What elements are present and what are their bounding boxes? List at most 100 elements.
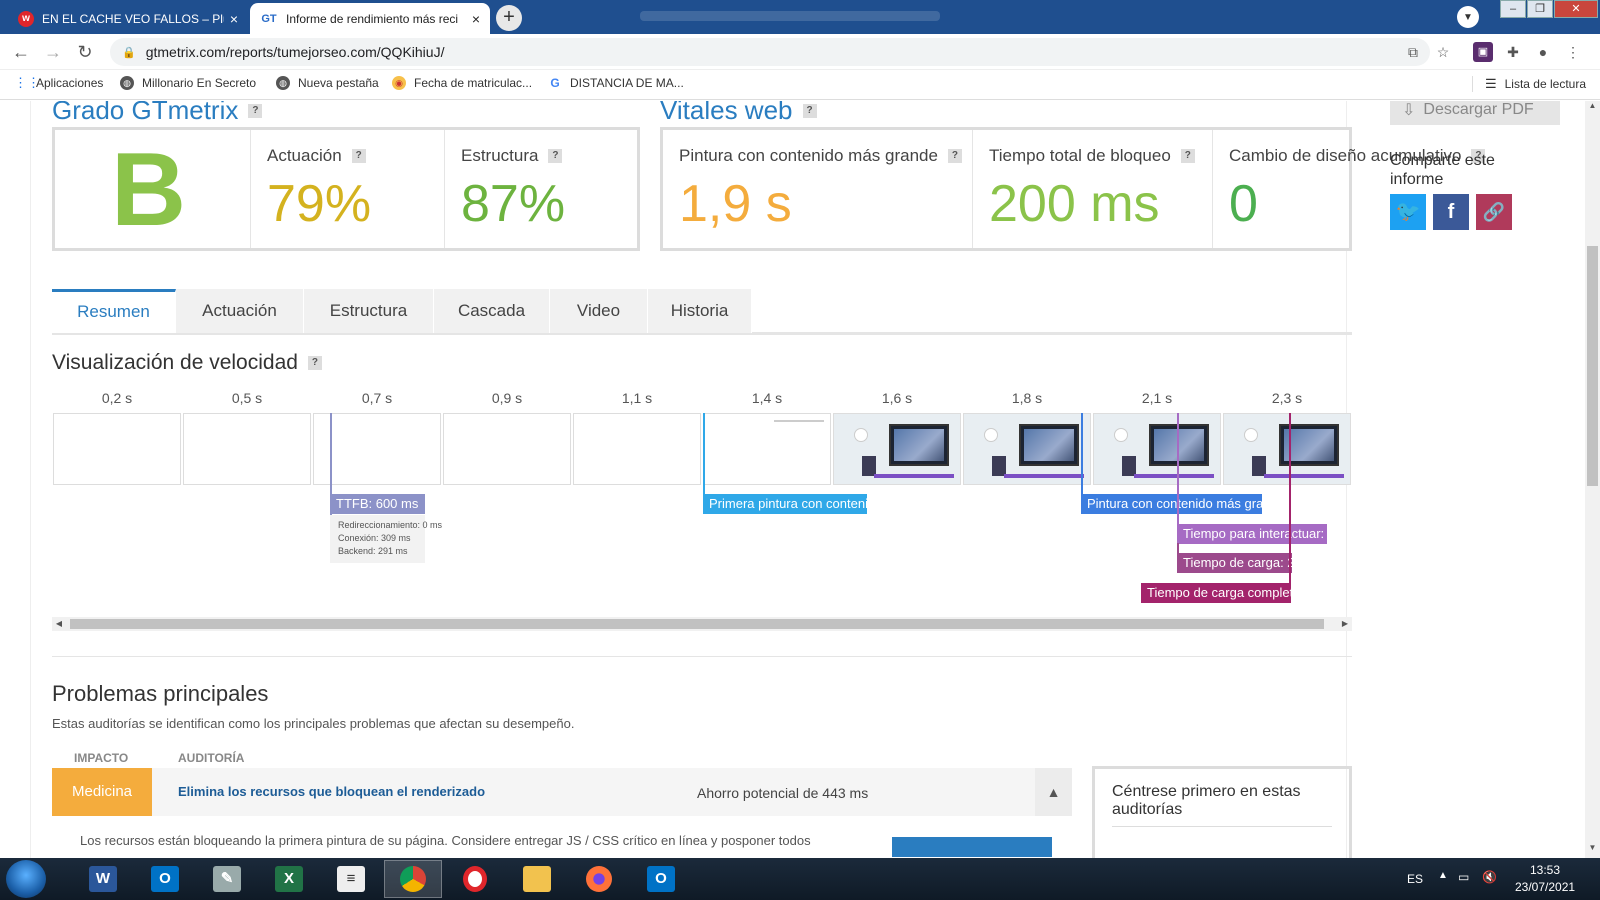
lcp-value: 1,9 s — [679, 175, 792, 233]
filmstrip-frame[interactable] — [573, 413, 701, 485]
audit-action-button[interactable] — [892, 837, 1052, 857]
bookmark-millonario[interactable]: ◍ Millonario En Secreto — [120, 76, 256, 90]
tab-historia[interactable]: Historia — [648, 289, 752, 333]
help-icon[interactable]: ? — [548, 149, 563, 163]
audit-name[interactable]: Elimina los recursos que bloquean el ren… — [178, 784, 485, 799]
bookmark-label: Millonario En Secreto — [142, 76, 257, 90]
filmstrip-frame[interactable] — [833, 413, 961, 485]
onload-marker[interactable]: Tiempo de carga: 2 — [1177, 553, 1292, 573]
fcp-marker[interactable]: Primera pintura con contenido — [703, 494, 867, 514]
menu-dots-icon[interactable]: ⋮ — [1563, 42, 1583, 62]
reload-icon[interactable]: ↻ — [74, 41, 96, 63]
excel-icon[interactable]: X — [260, 860, 318, 898]
tray-expand-icon[interactable]: ▲ — [1438, 870, 1448, 881]
tab-actuacion[interactable]: Actuación — [176, 289, 304, 333]
start-button[interactable] — [6, 860, 46, 898]
puzzle-icon[interactable]: ✚ — [1503, 42, 1523, 62]
scroll-up-icon[interactable]: ▲ — [1585, 101, 1600, 115]
paint-icon[interactable]: ✎ — [198, 860, 256, 898]
network-icon[interactable]: ▭ — [1458, 870, 1469, 884]
new-tab-button[interactable]: + — [496, 5, 522, 31]
notepad-icon[interactable]: ≡ — [322, 860, 380, 898]
ttfb-connect: Conexión: 309 ms — [338, 533, 411, 543]
reading-list-button[interactable]: ☰ Lista de lectura — [1471, 76, 1586, 92]
language-indicator[interactable]: ES — [1407, 872, 1423, 886]
back-arrow-icon[interactable]: ← — [10, 41, 32, 63]
audit-row[interactable]: Medicina Elimina los recursos que bloque… — [52, 768, 1072, 816]
tab-cascada[interactable]: Cascada — [434, 289, 550, 333]
bookmark-label: Fecha de matriculac... — [414, 76, 533, 90]
filmstrip-frame[interactable] — [313, 413, 441, 485]
browser-tab-gtmetrix[interactable]: GT Informe de rendimiento más reci × — [250, 3, 490, 34]
close-tab-icon[interactable]: × — [472, 11, 480, 27]
clock-time[interactable]: 13:53 — [1530, 863, 1560, 877]
filmstrip-frame[interactable] — [53, 413, 181, 485]
twitter-icon[interactable]: 🐦 — [1390, 194, 1426, 230]
browser-tab-strip: w EN EL CACHE VEO FALLOS – Plug × GT Inf… — [0, 0, 1600, 34]
page-scroll-thumb[interactable] — [1587, 246, 1598, 486]
scroll-right-icon[interactable]: ▶ — [1338, 617, 1352, 631]
opera-icon[interactable] — [446, 860, 504, 898]
word-icon[interactable]: W — [74, 860, 132, 898]
bookmark-fecha[interactable]: ◉ Fecha de matriculac... — [392, 76, 532, 90]
site-favicon-icon: w — [18, 10, 34, 27]
close-window-icon[interactable]: ✕ — [1554, 0, 1598, 18]
ttfb-marker[interactable]: TTFB: 600 ms — [330, 494, 425, 514]
filmstrip-frame[interactable] — [963, 413, 1091, 485]
scroll-down-icon[interactable]: ▼ — [1585, 843, 1600, 857]
audit-description: Los recursos están bloqueando la primera… — [80, 833, 811, 848]
minimize-icon[interactable]: – — [1500, 0, 1526, 18]
windows-taskbar: W O ✎ X ≡ O ES ▲ ▭ 🔇 13:53 23/07/2021 — [0, 858, 1600, 900]
link-icon[interactable]: 🔗 — [1476, 194, 1512, 230]
help-icon[interactable]: ? — [307, 356, 322, 370]
tab-estructura[interactable]: Estructura — [304, 289, 434, 333]
star-icon[interactable]: ☆ — [1433, 42, 1453, 62]
scroll-thumb[interactable] — [70, 619, 1324, 629]
chevron-up-icon[interactable]: ▲ — [1035, 768, 1072, 816]
fully-loaded-marker[interactable]: Tiempo de carga completo — [1141, 583, 1291, 603]
outlook-icon[interactable]: O — [632, 860, 690, 898]
gtmetrix-favicon-icon: GT — [261, 12, 277, 25]
tbt-value: 200 ms — [989, 175, 1160, 233]
chevron-down-icon[interactable]: ▼ — [1457, 6, 1479, 28]
bookmark-nueva-pestana[interactable]: ◍ Nueva pestaña — [276, 76, 379, 90]
extension-icon[interactable]: ▣ — [1473, 42, 1493, 62]
tab-resumen[interactable]: Resumen — [52, 289, 176, 333]
frame-time-label: 1,8 s — [1011, 390, 1043, 406]
translate-icon[interactable]: ⧉ — [1403, 42, 1423, 62]
structure-value: 87% — [461, 175, 566, 233]
browser-tab-plugin[interactable]: w EN EL CACHE VEO FALLOS – Plug × — [8, 3, 248, 34]
tbt-label: Tiempo total de bloqueo — [989, 146, 1171, 165]
chrome-icon[interactable] — [384, 860, 442, 898]
bookmark-distancia[interactable]: G DISTANCIA DE MA... — [548, 76, 683, 90]
facebook-icon[interactable]: f — [1433, 194, 1469, 230]
filmstrip-frame[interactable] — [183, 413, 311, 485]
filmstrip-frame[interactable] — [1093, 413, 1221, 485]
maximize-icon[interactable]: ❐ — [1527, 0, 1553, 18]
url-field[interactable]: 🔒 gtmetrix.com/reports/tumejorseo.com/QQ… — [110, 38, 1430, 66]
help-icon[interactable]: ? — [351, 149, 366, 163]
close-tab-icon[interactable]: × — [230, 11, 238, 27]
forward-arrow-icon[interactable]: → — [42, 41, 64, 63]
help-icon[interactable]: ? — [248, 103, 263, 118]
filmstrip-frame[interactable] — [1223, 413, 1351, 485]
lcp-label: Pintura con contenido más grande — [679, 146, 938, 165]
filmstrip-scrollbar[interactable]: ◀ ▶ — [52, 617, 1352, 631]
tti-marker[interactable]: Tiempo para interactuar: — [1177, 524, 1327, 544]
avatar-icon[interactable]: ● — [1533, 42, 1553, 62]
scroll-left-icon[interactable]: ◀ — [52, 617, 66, 631]
outlook-icon[interactable]: O — [136, 860, 194, 898]
firefox-icon[interactable] — [570, 860, 628, 898]
tab-video[interactable]: Video — [550, 289, 648, 333]
help-icon[interactable]: ? — [802, 103, 817, 118]
filmstrip-frame[interactable] — [703, 413, 831, 485]
help-icon[interactable]: ? — [1180, 149, 1195, 163]
bookmark-apps[interactable]: ⋮⋮ Aplicaciones — [14, 76, 103, 91]
folder-icon[interactable] — [508, 860, 566, 898]
clock-date[interactable]: 23/07/2021 — [1515, 880, 1575, 894]
filmstrip-frame[interactable] — [443, 413, 571, 485]
lcp-marker[interactable]: Pintura con contenido más grande — [1081, 494, 1262, 514]
download-pdf-button[interactable]: ⇩ Descargar PDF — [1390, 101, 1560, 125]
help-icon[interactable]: ? — [947, 149, 962, 163]
volume-muted-icon[interactable]: 🔇 — [1482, 870, 1497, 884]
